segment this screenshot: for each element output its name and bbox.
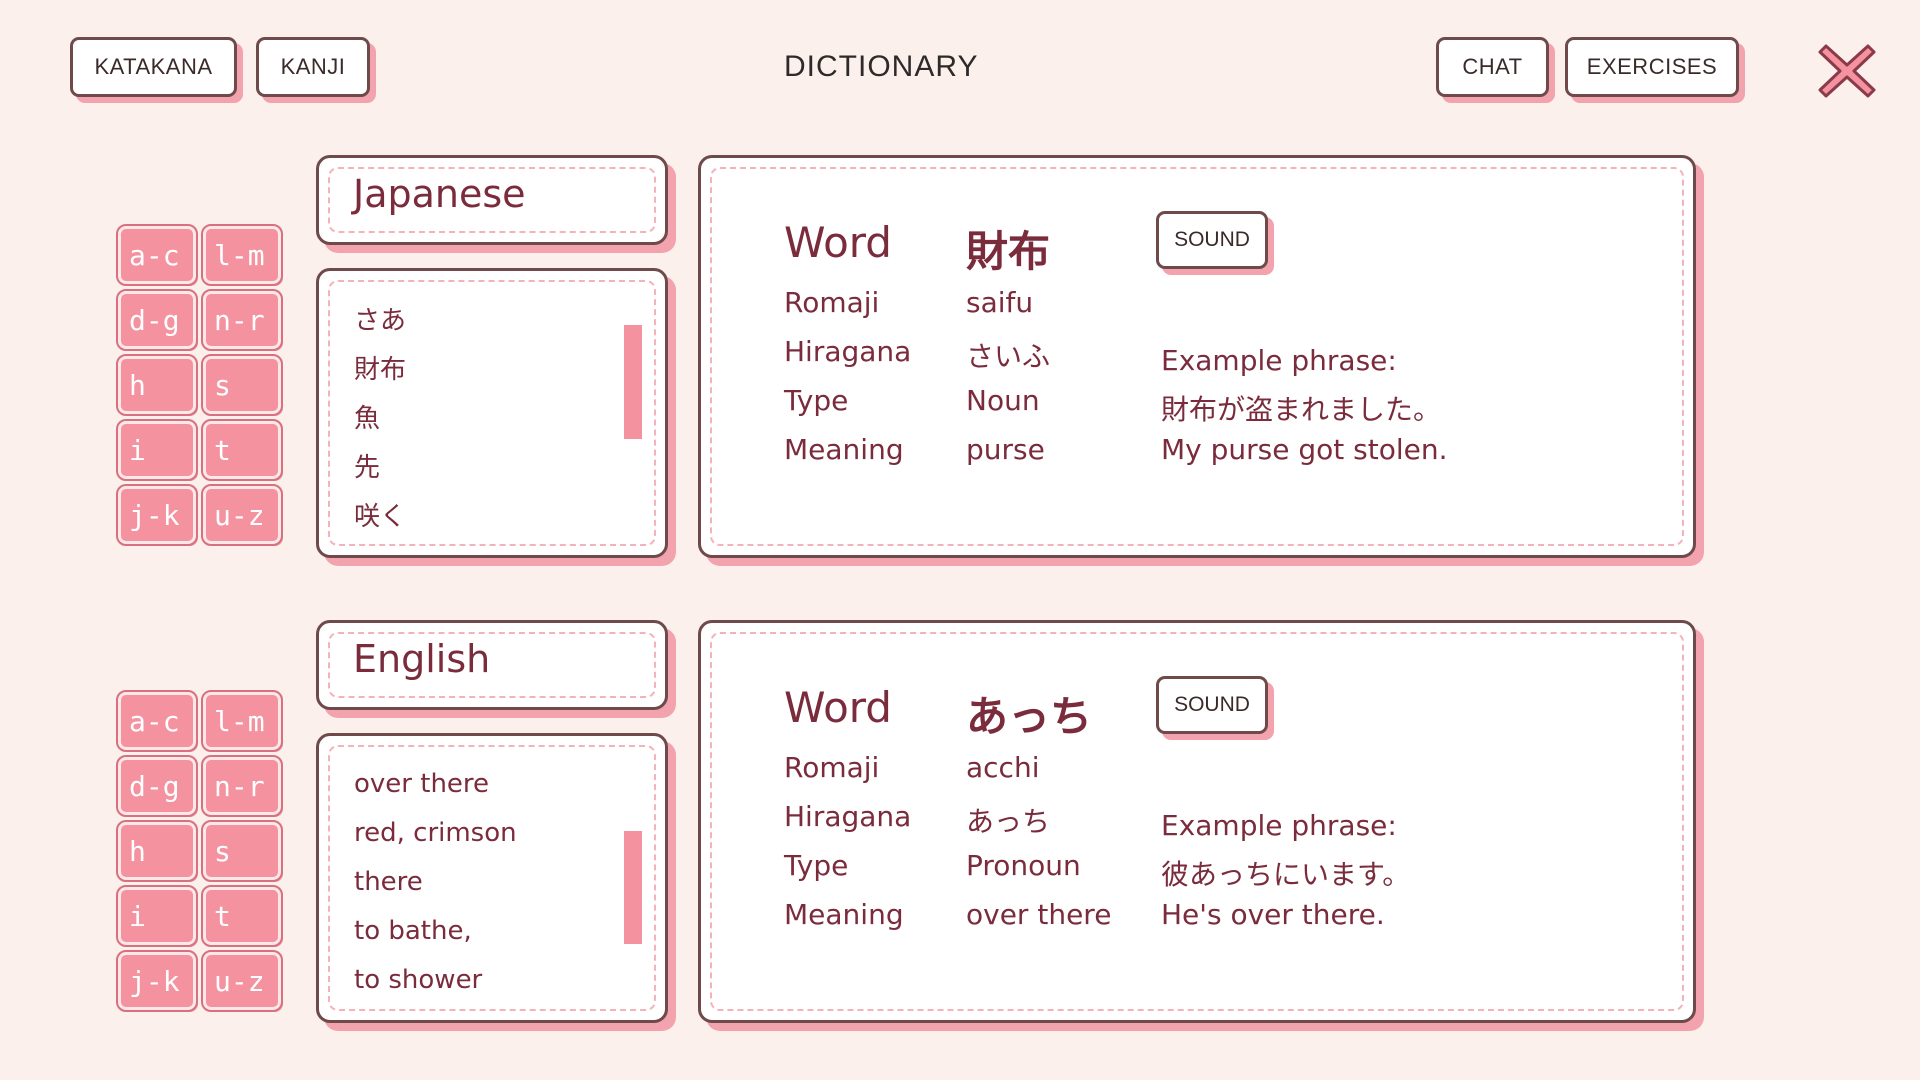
en-letter-h[interactable]: h	[116, 820, 198, 882]
en-letter-i[interactable]: i	[116, 885, 198, 947]
english-title-panel: English	[316, 620, 668, 710]
hiragana-value: さいふ	[966, 340, 1051, 373]
english-word-list: over there red, crimson there to bathe, …	[316, 733, 668, 1023]
jp-letter-j-k[interactable]: j-k	[116, 484, 198, 546]
exercises-button[interactable]: EXERCISES	[1565, 37, 1739, 97]
meaning-label: Meaning	[784, 898, 904, 931]
example-label: Example phrase:	[1161, 344, 1397, 377]
en-letter-l-m[interactable]: l-m	[201, 690, 283, 752]
list-item[interactable]: さあ	[354, 297, 406, 346]
english-letter-grid: a-c l-m d-g n-r h s i t j-k u-z	[116, 690, 286, 1012]
romaji-value: saifu	[966, 286, 1034, 319]
japanese-list-scrollbar[interactable]	[624, 325, 642, 439]
meaning-value: over there	[966, 898, 1112, 931]
type-value: Noun	[966, 384, 1040, 417]
hiragana-value: あっち	[966, 805, 1051, 838]
english-title: English	[353, 637, 491, 681]
kanji-button[interactable]: KANJI	[256, 37, 370, 97]
example-japanese: 財布が盗まれました。	[1161, 393, 1442, 426]
english-detail-panel: Word あっち SOUND Romaji acchi Hiragana あっち…	[698, 620, 1696, 1023]
list-item[interactable]: 魚	[354, 395, 406, 444]
list-item[interactable]: red, crimson	[354, 809, 517, 858]
list-item[interactable]: there	[354, 858, 517, 907]
japanese-list-items: さあ 財布 魚 先 咲く	[354, 297, 406, 542]
list-item[interactable]: 咲く	[354, 493, 406, 542]
sound-button[interactable]: SOUND	[1156, 676, 1268, 734]
en-letter-d-g[interactable]: d-g	[116, 755, 198, 817]
list-item[interactable]: over there	[354, 760, 517, 809]
jp-letter-t[interactable]: t	[201, 419, 283, 481]
hiragana-label: Hiragana	[784, 800, 912, 833]
en-letter-a-c[interactable]: a-c	[116, 690, 198, 752]
romaji-label: Romaji	[784, 286, 880, 319]
romaji-label: Romaji	[784, 751, 880, 784]
jp-letter-i[interactable]: i	[116, 419, 198, 481]
en-letter-t[interactable]: t	[201, 885, 283, 947]
en-letter-j-k[interactable]: j-k	[116, 950, 198, 1012]
japanese-word-list: さあ 財布 魚 先 咲く	[316, 268, 668, 558]
japanese-title: Japanese	[353, 172, 526, 216]
english-list-scrollbar[interactable]	[624, 831, 642, 944]
example-japanese: 彼あっちにいます。	[1161, 858, 1411, 891]
jp-letter-u-z[interactable]: u-z	[201, 484, 283, 546]
word-value: 財布	[966, 227, 1051, 276]
list-item[interactable]: 先	[354, 444, 406, 493]
jp-letter-d-g[interactable]: d-g	[116, 289, 198, 351]
japanese-letter-grid: a-c l-m d-g n-r h s i t j-k u-z	[116, 224, 286, 546]
jp-letter-n-r[interactable]: n-r	[201, 289, 283, 351]
en-letter-u-z[interactable]: u-z	[201, 950, 283, 1012]
type-value: Pronoun	[966, 849, 1081, 882]
example-english: He's over there.	[1161, 898, 1385, 931]
romaji-value: acchi	[966, 751, 1040, 784]
close-icon[interactable]	[1814, 38, 1880, 104]
english-list-items: over there red, crimson there to bathe, …	[354, 760, 517, 1005]
type-label: Type	[784, 849, 849, 882]
meaning-value: purse	[966, 433, 1045, 466]
list-item[interactable]: to bathe,	[354, 907, 517, 956]
page-title: DICTIONARY	[784, 50, 979, 83]
list-item[interactable]: 財布	[354, 346, 406, 395]
en-letter-s[interactable]: s	[201, 820, 283, 882]
hiragana-label: Hiragana	[784, 335, 912, 368]
sound-button[interactable]: SOUND	[1156, 211, 1268, 269]
word-label: Word	[784, 683, 892, 732]
en-letter-n-r[interactable]: n-r	[201, 755, 283, 817]
list-item[interactable]: to shower	[354, 956, 517, 1005]
katakana-button[interactable]: KATAKANA	[70, 37, 237, 97]
jp-letter-l-m[interactable]: l-m	[201, 224, 283, 286]
type-label: Type	[784, 384, 849, 417]
chat-button[interactable]: CHAT	[1436, 37, 1549, 97]
example-english: My purse got stolen.	[1161, 433, 1448, 466]
word-label: Word	[784, 218, 892, 267]
jp-letter-a-c[interactable]: a-c	[116, 224, 198, 286]
japanese-title-panel: Japanese	[316, 155, 668, 245]
word-value: あっち	[966, 692, 1093, 741]
jp-letter-h[interactable]: h	[116, 354, 198, 416]
example-label: Example phrase:	[1161, 809, 1397, 842]
jp-letter-s[interactable]: s	[201, 354, 283, 416]
meaning-label: Meaning	[784, 433, 904, 466]
japanese-detail-panel: Word 財布 SOUND Romaji saifu Hiragana さいふ …	[698, 155, 1696, 558]
